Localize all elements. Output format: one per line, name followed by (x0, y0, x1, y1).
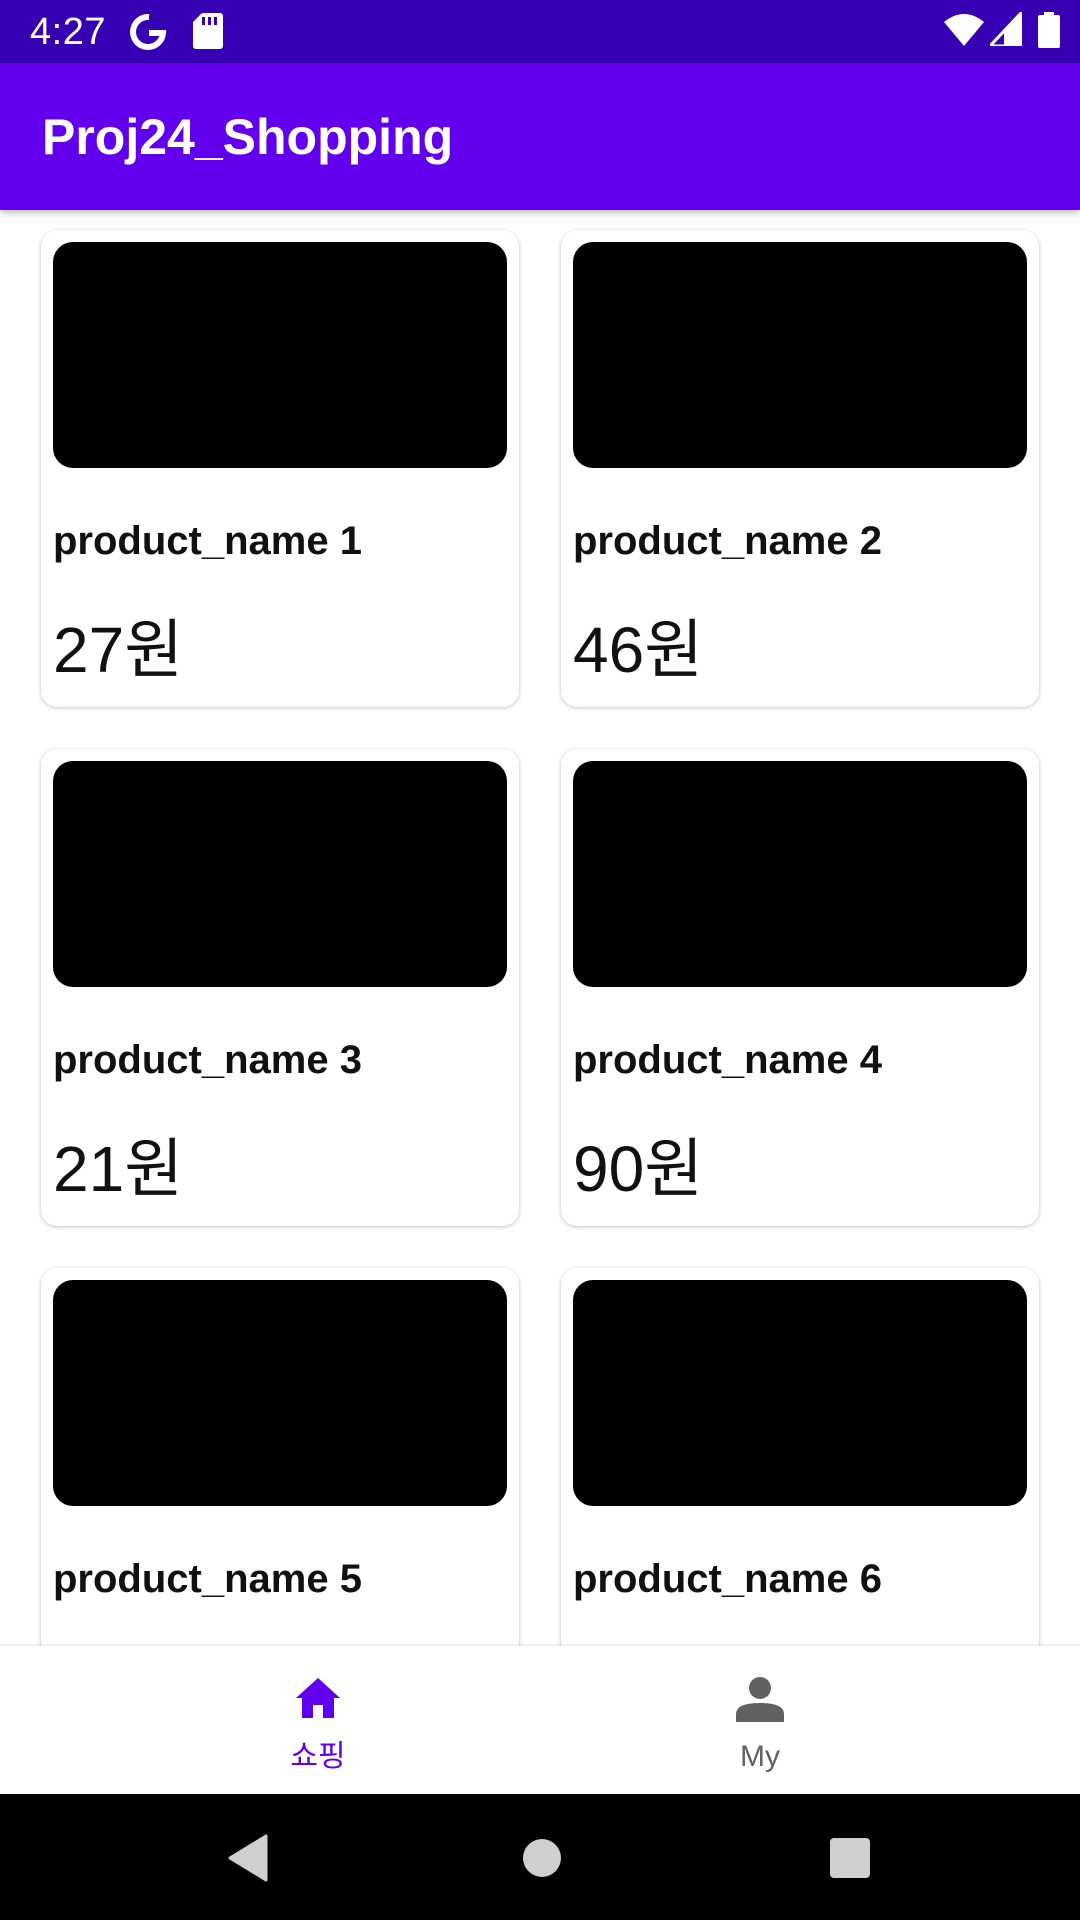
product-image (53, 761, 507, 987)
status-bar: 4:27 (0, 0, 1080, 63)
product-grid: product_name 1 27원 product_name 2 46원 pr… (41, 230, 1039, 1646)
bottom-navigation: 쇼핑 My (0, 1646, 1080, 1794)
system-recents-button[interactable] (790, 1794, 910, 1920)
home-icon (296, 1678, 340, 1718)
product-image (573, 1280, 1027, 1506)
product-name: product_name 2 (573, 519, 882, 563)
person-icon (736, 1677, 784, 1722)
product-card[interactable]: product_name 3 21원 (41, 749, 519, 1226)
cell-signal-icon (990, 12, 1022, 46)
product-price: 27원 (53, 614, 184, 686)
system-back-button[interactable] (188, 1794, 308, 1920)
product-image (573, 761, 1027, 987)
wifi-icon (944, 14, 984, 46)
product-image (53, 242, 507, 468)
nav-item-my[interactable]: My (490, 1646, 1030, 1794)
product-name: product_name 1 (53, 519, 362, 563)
recents-icon (830, 1838, 870, 1878)
sd-card-icon (193, 13, 223, 49)
home-circle-icon (523, 1839, 561, 1877)
product-card[interactable]: product_name 1 27원 (41, 230, 519, 707)
nav-label-my: My (740, 1740, 780, 1773)
product-price: 46원 (573, 614, 704, 686)
product-card[interactable]: product_name 5 (41, 1268, 519, 1646)
product-name: product_name 3 (53, 1038, 362, 1082)
product-card[interactable]: product_name 4 90원 (561, 749, 1039, 1226)
system-home-button[interactable] (482, 1794, 602, 1920)
product-card[interactable]: product_name 2 46원 (561, 230, 1039, 707)
google-g-icon (130, 13, 167, 50)
app-bar: Proj24_Shopping (0, 63, 1080, 210)
product-price: 90원 (573, 1133, 704, 1205)
system-navigation-bar (0, 1794, 1080, 1920)
product-card[interactable]: product_name 6 (561, 1268, 1039, 1646)
product-price: 21원 (53, 1133, 184, 1205)
product-name: product_name 6 (573, 1557, 882, 1601)
product-image (573, 242, 1027, 468)
status-time: 4:27 (30, 11, 106, 53)
battery-icon (1038, 12, 1060, 48)
product-name: product_name 5 (53, 1557, 362, 1601)
product-image (53, 1280, 507, 1506)
screen: 4:27 Proj24_Shopping product_name 1 27원 … (0, 0, 1080, 1920)
app-title: Proj24_Shopping (42, 109, 454, 165)
product-list[interactable]: product_name 1 27원 product_name 2 46원 pr… (0, 210, 1080, 1646)
back-icon (228, 1834, 268, 1882)
product-name: product_name 4 (573, 1038, 882, 1082)
